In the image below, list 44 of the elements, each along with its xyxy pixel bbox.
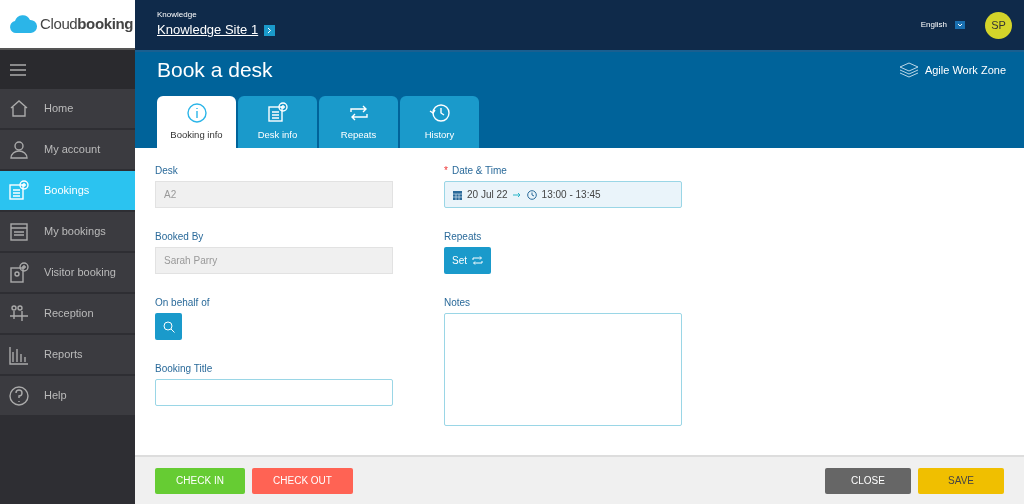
- info-icon: [185, 101, 208, 124]
- notes-field[interactable]: [444, 313, 682, 426]
- site-link[interactable]: Knowledge Site 1: [157, 20, 259, 40]
- field-label: On behalf of: [155, 295, 210, 310]
- date-time-field[interactable]: 20 Jul 22 13:00 - 13:45: [444, 181, 682, 208]
- tab[interactable]: Repeats: [319, 96, 398, 148]
- language-selector[interactable]: English: [920, 19, 947, 31]
- field-label: Date & Time: [451, 163, 507, 178]
- tab[interactable]: Desk info: [238, 96, 317, 148]
- action-button[interactable]: SAVE: [918, 467, 1004, 494]
- input-field[interactable]: [155, 379, 393, 406]
- calendar-icon: [453, 189, 462, 200]
- tab[interactable]: History: [400, 96, 479, 148]
- calendar-plus-icon: [8, 179, 30, 202]
- site-label: Knowledge: [157, 10, 198, 21]
- chevron-right-icon[interactable]: [264, 24, 276, 36]
- user-icon: [8, 138, 30, 161]
- help-icon: [8, 384, 30, 407]
- dropdown-icon[interactable]: [955, 21, 965, 29]
- action-button[interactable]: CLOSE: [825, 467, 911, 494]
- cloud-logo-icon: [10, 15, 38, 33]
- field-label: Notes: [444, 295, 471, 310]
- list-icon: [8, 220, 30, 243]
- set-button[interactable]: Set: [444, 247, 491, 274]
- field-label: Booked By: [155, 229, 204, 244]
- arrow-right-icon: [512, 191, 522, 198]
- calendar-plus-icon: [266, 101, 289, 124]
- field-label: Desk: [155, 163, 178, 178]
- history-icon: [428, 101, 451, 124]
- tab[interactable]: Booking info: [157, 96, 236, 148]
- search-icon: [162, 320, 175, 333]
- repeat-icon: [472, 256, 483, 265]
- field-label: Booking Title: [155, 361, 213, 376]
- required-marker: *: [444, 163, 448, 178]
- page-title: Book a desk: [157, 57, 273, 84]
- layers-icon: [898, 62, 919, 78]
- zone-label: Agile Work Zone: [924, 62, 1006, 78]
- menu-icon[interactable]: [10, 63, 26, 76]
- logo-text: Cloudbooking: [40, 13, 134, 34]
- badge-plus-icon: [8, 261, 30, 284]
- field-label: Repeats: [444, 229, 482, 244]
- clock-icon: [526, 189, 537, 200]
- home-icon: [8, 97, 30, 120]
- user-avatar[interactable]: SP: [985, 11, 1012, 39]
